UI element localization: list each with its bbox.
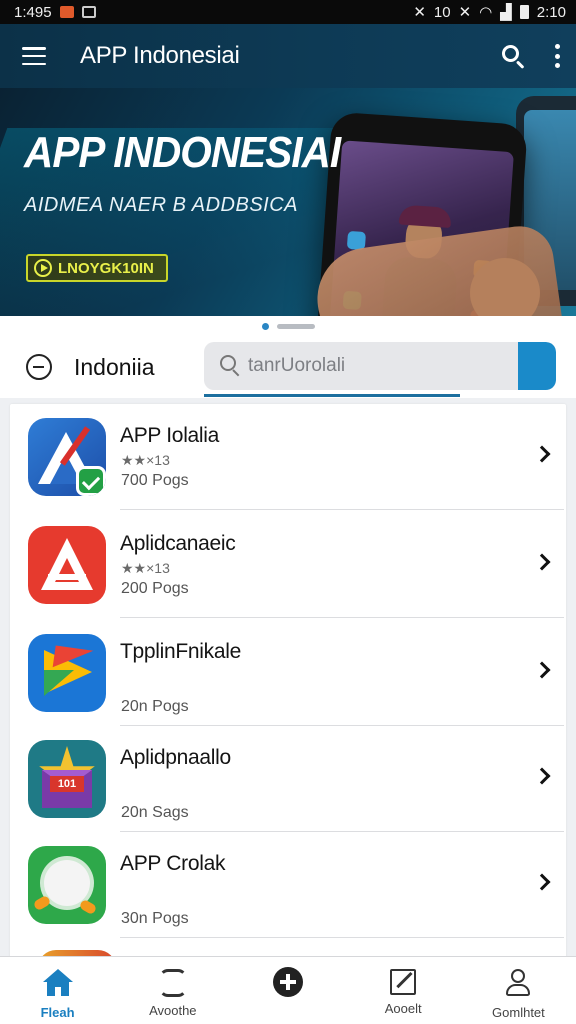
promo-banner[interactable]: APP INDONESIAI AIDMEA NAER B ADDBSICA LN… (0, 88, 576, 316)
app-name: Aplidcanaeic (120, 532, 236, 555)
green-circle-icon (28, 846, 106, 924)
play-icon (34, 259, 52, 277)
wifi-icon: ◠ (479, 4, 493, 21)
app-name: TpplinFnikale (120, 640, 241, 663)
divider (120, 617, 564, 618)
nav-label: Avoothe (149, 1003, 197, 1018)
add-circle-icon (273, 967, 303, 997)
nav-label: Fleah (40, 1005, 75, 1020)
status-bar: 1:495 ✕ 10 ✕ ◠ ▟ 2:10 (0, 0, 576, 24)
app-meta: 200 Pogs (121, 580, 189, 597)
search-underline (204, 394, 460, 397)
search-input[interactable] (248, 355, 518, 377)
nav-item-profile[interactable]: Gomlhtet (461, 957, 576, 1024)
banner-pagination (0, 316, 576, 336)
user-icon (502, 967, 534, 999)
nav-item-edit[interactable]: Aooelt (346, 957, 461, 1024)
app-name: Aplidpnaallo (120, 746, 231, 769)
chevron-right-icon (533, 873, 551, 891)
divider (120, 937, 564, 938)
vibrate-icon: ✕ (458, 4, 472, 21)
nav-label: Gomlhtet (492, 1005, 545, 1020)
app-meta: 20n Sags (121, 804, 189, 821)
pagination-dot[interactable] (276, 323, 315, 329)
app-title-text: APP Indonesiai (80, 42, 240, 69)
banner-subtitle: AIDMEA NAER B ADDBSICA (24, 194, 299, 216)
menu-icon[interactable] (22, 47, 46, 65)
status-time-left: 1:495 (14, 3, 52, 21)
app-meta: 30n Pogs (121, 910, 189, 927)
app-a-check-icon (28, 418, 106, 496)
app-rating: ★★×13 (121, 560, 170, 576)
list-item[interactable]: 101 Aplidpnaallo 20n Sags (10, 726, 566, 832)
status-time-right: 2:10 (536, 3, 566, 21)
app-list: APP Iolalia ★★×13 700 Pogs Aplidcanaeic … (10, 404, 566, 960)
status-signal-text: 10 (433, 3, 451, 21)
app-meta: 700 Pogs (121, 472, 189, 489)
bottom-nav: Fleah Avoothe Aooelt Gomlhtet (0, 956, 576, 1024)
star-envelope-icon: 101 (28, 740, 106, 818)
battery-icon (519, 5, 529, 19)
nav-label: Aooelt (384, 1001, 422, 1016)
list-item[interactable]: APP Crolak 30n Pogs (10, 832, 566, 938)
chevron-right-icon (533, 553, 551, 571)
red-a-icon (28, 526, 106, 604)
nav-item-add[interactable] (230, 957, 345, 1024)
list-item[interactable]: TpplinFnikale 20n Pogs (10, 620, 566, 726)
search-field[interactable] (204, 342, 556, 390)
remove-circle-icon[interactable] (26, 354, 52, 380)
divider (120, 509, 564, 510)
play-triangle-icon (28, 634, 106, 712)
search-field-icon (220, 355, 242, 377)
filter-label: Indoniia (74, 353, 155, 380)
search-icon[interactable] (500, 43, 526, 69)
banner-title: APP INDONESIAI (24, 128, 341, 177)
chevron-right-icon (533, 767, 551, 785)
app-title: APP Indonesiai (80, 42, 500, 70)
app-bar: APP Indonesiai (0, 24, 576, 88)
cell-signal-icon: ▟ (500, 4, 512, 21)
banner-cta-label: LNOYGK10IN (58, 259, 154, 277)
list-item[interactable]: APP Iolalia ★★×13 700 Pogs (10, 404, 566, 510)
image-icon (81, 6, 96, 18)
search-submit-button[interactable] (518, 342, 556, 390)
nav-item-home[interactable]: Fleah (0, 957, 115, 1024)
more-vert-icon[interactable] (554, 44, 560, 68)
nav-item-sync[interactable]: Avoothe (115, 957, 230, 1024)
chevron-right-icon (533, 445, 551, 463)
banner-cta-button[interactable]: LNOYGK10IN (26, 254, 168, 282)
notification-icon (59, 6, 74, 18)
app-rating: ★★×13 (121, 452, 170, 468)
edit-icon (390, 969, 417, 995)
app-name: APP Crolak (120, 852, 226, 875)
list-item[interactable]: Aplidcanaeic ★★×13 200 Pogs (10, 512, 566, 618)
pagination-dot-active[interactable] (261, 322, 269, 330)
chevron-right-icon (533, 661, 551, 679)
filter-row: Indoniia (0, 336, 576, 398)
mute-icon: ✕ (413, 4, 426, 21)
app-name: APP Iolalia (120, 424, 220, 447)
sync-icon (158, 969, 187, 997)
app-meta: 20n Pogs (121, 698, 189, 715)
home-icon (42, 967, 74, 999)
